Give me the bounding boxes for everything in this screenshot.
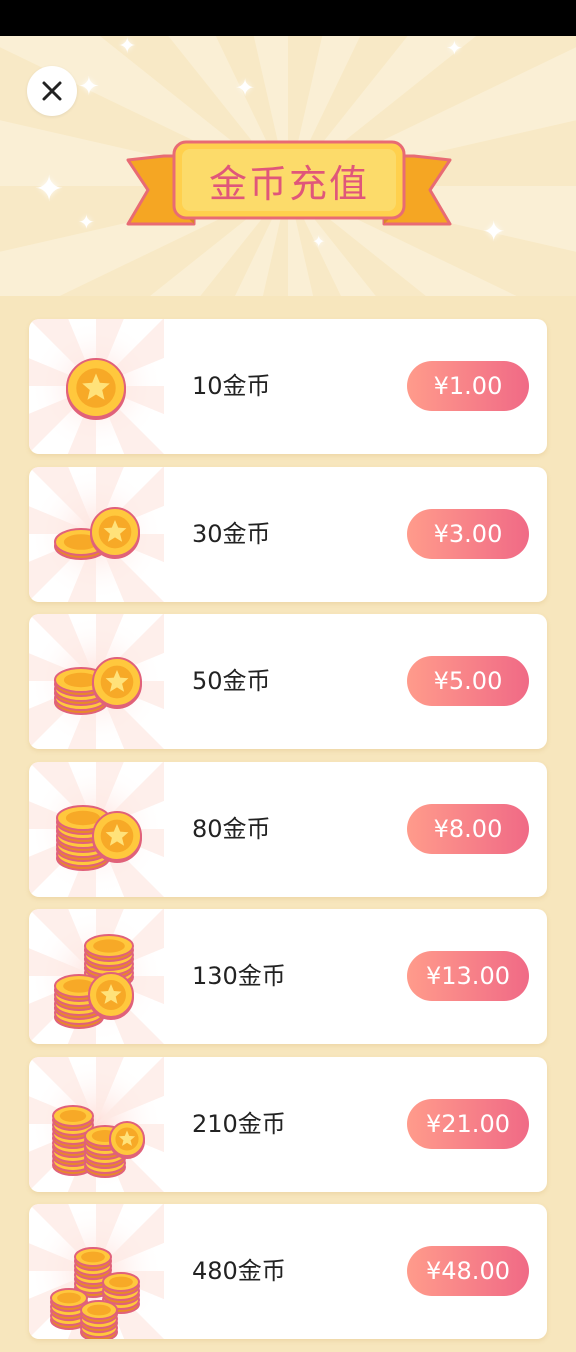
recharge-package-list: 10金币 ¥1.00 30金币 ¥3.00 50金币 ¥5.00 80金币 ¥8… [29, 319, 547, 1352]
coin-amount-label: 10金币 [192, 372, 271, 400]
sparkle-icon: ✦ [34, 169, 65, 210]
coin-amount-label: 30金币 [192, 519, 271, 548]
recharge-package-card[interactable]: 10金币 ¥1.00 [29, 319, 547, 454]
coin-icon [29, 614, 164, 749]
close-button[interactable] [27, 66, 77, 116]
coin-icon [29, 909, 164, 1044]
page-title: 金币充值 [208, 161, 369, 206]
close-icon [42, 81, 62, 101]
recharge-package-card[interactable]: 210金币 ¥21.00 [29, 1056, 547, 1192]
coin-amount-label: 50金币 [192, 667, 271, 695]
coin-icon [29, 1204, 164, 1339]
sparkle-icon: ✦ [78, 210, 95, 234]
coin-amount-label: 80金币 [192, 814, 271, 843]
sparkle-icon: ✦ [78, 72, 100, 102]
recharge-package-card[interactable]: 50金币 ¥5.00 [29, 614, 547, 749]
sparkle-icon: ✦ [235, 74, 256, 102]
sparkle-icon: ✦ [118, 36, 137, 59]
price-button[interactable]: ¥13.00 [407, 951, 529, 1001]
price-button[interactable]: ¥21.00 [407, 1098, 529, 1149]
recharge-package-card[interactable]: 30金币 ¥3.00 [29, 466, 547, 602]
coin-icon [29, 1056, 164, 1192]
sparkle-icon: ✦ [446, 36, 463, 60]
price-button[interactable]: ¥5.00 [407, 656, 529, 706]
coin-amount-label: 210金币 [192, 1109, 286, 1138]
recharge-package-card[interactable]: 480金币 ¥48.00 [29, 1204, 547, 1339]
recharge-package-card[interactable]: 130金币 ¥13.00 [29, 909, 547, 1044]
price-button[interactable]: ¥1.00 [407, 361, 529, 411]
sparkle-icon: ✦ [482, 215, 506, 248]
price-button[interactable]: ¥48.00 [407, 1246, 529, 1296]
coin-amount-label: 130金币 [192, 962, 286, 990]
recharge-package-card[interactable]: 80金币 ¥8.00 [29, 761, 547, 897]
coin-icon [29, 466, 164, 602]
coin-icon [29, 761, 164, 897]
coin-amount-label: 480金币 [192, 1257, 286, 1285]
coin-icon [29, 319, 164, 454]
price-button[interactable]: ¥8.00 [407, 803, 529, 854]
status-bar [0, 0, 576, 36]
price-button[interactable]: ¥3.00 [407, 508, 529, 559]
